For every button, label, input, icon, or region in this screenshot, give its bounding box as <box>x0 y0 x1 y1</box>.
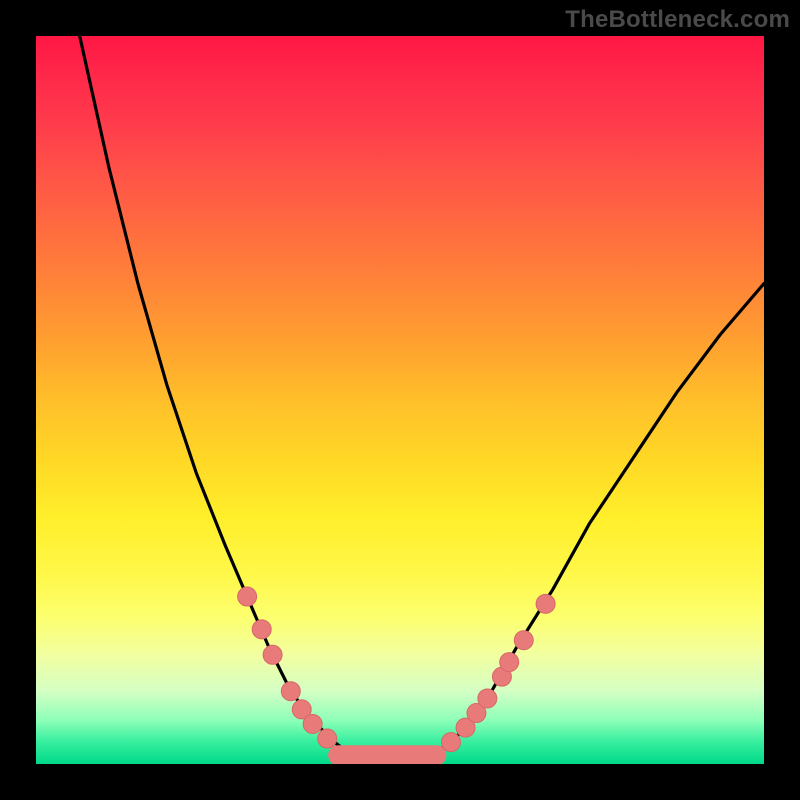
bottleneck-curve <box>36 36 764 764</box>
chart-frame: TheBottleneck.com <box>0 0 800 800</box>
watermark-text: TheBottleneck.com <box>565 6 790 34</box>
plot-area <box>36 36 764 764</box>
